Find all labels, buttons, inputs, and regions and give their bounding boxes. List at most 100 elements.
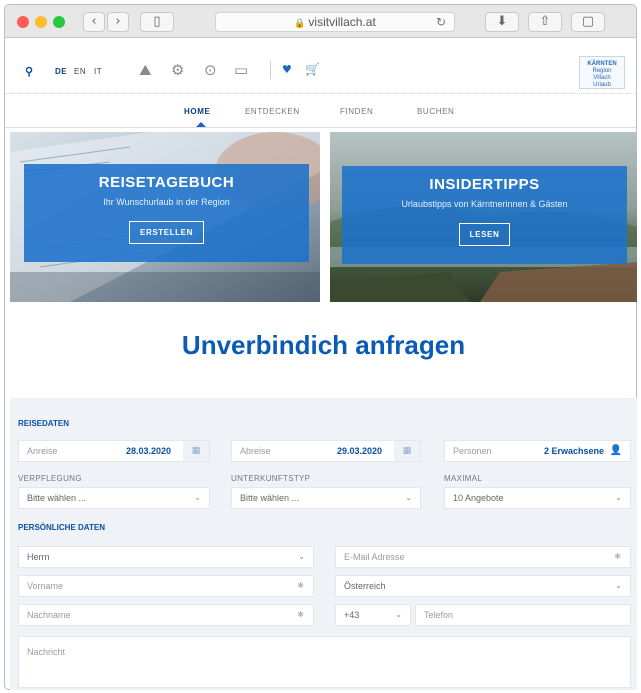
personen-label: Personen [453,446,492,456]
abreise-label: Abreise [240,446,271,456]
personen-field[interactable]: Personen 2 Erwachsene 👤 [444,440,631,462]
nav-buchen[interactable]: BUCHEN [417,107,454,116]
sidebar-icon: ▯ [153,14,161,29]
lang-de[interactable]: DE [55,67,67,76]
download-icon: ⬇ [496,14,508,29]
share-button[interactable]: ⇧ [528,12,562,32]
anreise-value: 28.03.2020 [125,446,171,456]
chevron-left-icon: ‹ [91,14,97,29]
lang-en[interactable]: EN [74,67,86,76]
vorwahl-select[interactable]: +43 ⌄ [335,604,411,626]
teaser-box: INSIDERTIPPS Urlaubstipps von Kärntnerin… [342,166,627,264]
teaser-row: REISETAGEBUCH Ihr Wunschurlaub in der Re… [10,132,637,302]
nav-home[interactable]: HOME [184,107,210,116]
address-bar[interactable]: 🔒 visitvillach.at ↻ [215,12,455,32]
anreise-field[interactable]: Anreise 28.03.2020 ▦ [18,440,210,462]
site-header: ⚲ DE EN IT ⛰ ⚙ ⊙ ▭ ♥ 🛒 KÄRNTEN Region Vi… [5,38,636,94]
verpflegung-label: VERPFLEGUNG [18,474,82,483]
browser-toolbar: ‹ › ▯ 🔒 visitvillach.at ↻ ⬇ ⇧ ▢ [5,5,636,38]
logo-line: Villach [593,75,611,81]
maximal-label: MAXIMAL [444,474,483,483]
email-field[interactable]: E-Mail Adresse ✱ [335,546,631,568]
hiking-icon[interactable]: ⛰ [139,61,152,79]
nachricht-textarea[interactable]: Nachricht [18,636,631,688]
chevron-down-icon: ⌄ [194,493,201,502]
anrede-select[interactable]: Herrn ⌄ [18,546,314,568]
page-title: Unverbindich anfragen [181,330,466,360]
erstellen-button[interactable]: ERSTELLEN [129,221,204,244]
back-button[interactable]: ‹ [83,12,105,32]
required-icon: ✱ [297,610,304,619]
tabs-icon: ▢ [581,14,595,29]
nav-active-indicator [196,122,206,127]
vorname-field[interactable]: Vorname ✱ [18,575,314,597]
lock-icon: 🔒 [294,18,306,28]
chevron-down-icon: ⌄ [395,610,402,619]
share-icon: ⇧ [539,14,551,29]
teaser-box: REISETAGEBUCH Ihr Wunschurlaub in der Re… [24,164,309,262]
abreise-field[interactable]: Abreise 29.03.2020 ▦ [231,440,421,462]
vorname-placeholder: Vorname [27,581,64,591]
teaser-insidertipps[interactable]: INSIDERTIPPS Urlaubstipps von Kärntnerin… [330,132,637,302]
email-placeholder: E-Mail Adresse [344,552,405,562]
search-icon[interactable]: ⚲ [25,65,33,78]
sidebar-button[interactable]: ▯ [140,12,174,32]
reload-icon[interactable]: ↻ [436,13,446,31]
reisedaten-title: REISEDATEN [18,419,69,428]
lang-it[interactable]: IT [94,67,102,76]
zoom-window-button[interactable] [53,16,65,28]
chevron-down-icon: ⌄ [615,493,622,502]
minimize-window-button[interactable] [35,16,47,28]
anrede-value: Herrn [27,552,50,562]
unterkunftstyp-select[interactable]: Bitte wählen ... ⌄ [231,487,421,509]
bed-icon[interactable]: ▭ [234,61,248,79]
logo-line: Urlaub [593,82,611,88]
unterkunftstyp-label: UNTERKUNFTSTYP [231,474,311,483]
personal-data-title: PERSÖNLICHE DATEN [18,523,105,532]
telefon-placeholder: Telefon [424,610,454,620]
teaser-title: INSIDERTIPPS [429,176,540,193]
nachname-placeholder: Nachname [27,610,71,620]
verpflegung-value: Bitte wählen ... [27,493,87,503]
chevron-down-icon: ⌄ [405,493,412,502]
calendar-icon[interactable]: ▦ [183,441,209,461]
nachricht-placeholder: Nachricht [27,647,66,657]
chevron-down-icon: ⌄ [615,581,622,590]
verpflegung-select[interactable]: Bitte wählen ... ⌄ [18,487,210,509]
downloads-button[interactable]: ⬇ [485,12,519,32]
inquiry-form: REISEDATEN Anreise 28.03.2020 ▦ Abreise … [10,398,637,690]
tabs-button[interactable]: ▢ [571,12,605,32]
chevron-down-icon: ⌄ [298,552,305,561]
telefon-field[interactable]: Telefon [415,604,631,626]
land-value: Österreich [344,581,386,591]
required-icon: ✱ [297,581,304,590]
main-nav: HOME ENTDECKEN FINDEN BUCHEN [5,94,636,128]
close-window-button[interactable] [17,16,29,28]
location-icon[interactable]: ⊙ [204,61,217,79]
url-text: visitvillach.at [308,15,376,29]
maximal-select[interactable]: 10 Angebote ⌄ [444,487,631,509]
abreise-value: 29.03.2020 [336,446,382,456]
header-divider [270,61,271,79]
person-icon: 👤 [609,445,622,456]
vorwahl-value: +43 [344,610,360,620]
land-select[interactable]: Österreich ⌄ [335,575,631,597]
unterkunftstyp-value: Bitte wählen ... [240,493,300,503]
region-logo[interactable]: KÄRNTEN Region Villach Urlaub [579,56,625,89]
teaser-subtitle: Urlaubstipps von Kärntnerinnen & Gästen [401,199,568,209]
forward-button[interactable]: › [107,12,129,32]
lesen-button[interactable]: LESEN [458,223,511,246]
maximal-value: 10 Angebote [453,493,504,503]
teaser-reisetagebuch[interactable]: REISETAGEBUCH Ihr Wunschurlaub in der Re… [10,132,320,302]
personen-value: 2 Erwachsene [543,446,604,456]
nav-finden[interactable]: FINDEN [340,107,373,116]
nav-entdecken[interactable]: ENTDECKEN [245,107,300,116]
anreise-label: Anreise [27,446,58,456]
logo-line: KÄRNTEN [587,61,617,67]
cart-icon[interactable]: 🛒 [305,62,320,76]
teaser-subtitle: Ihr Wunschurlaub in der Region [103,197,230,207]
bike-icon[interactable]: ⚙ [171,61,184,79]
nachname-field[interactable]: Nachname ✱ [18,604,314,626]
heart-icon[interactable]: ♥ [282,63,292,76]
calendar-icon[interactable]: ▦ [394,441,420,461]
